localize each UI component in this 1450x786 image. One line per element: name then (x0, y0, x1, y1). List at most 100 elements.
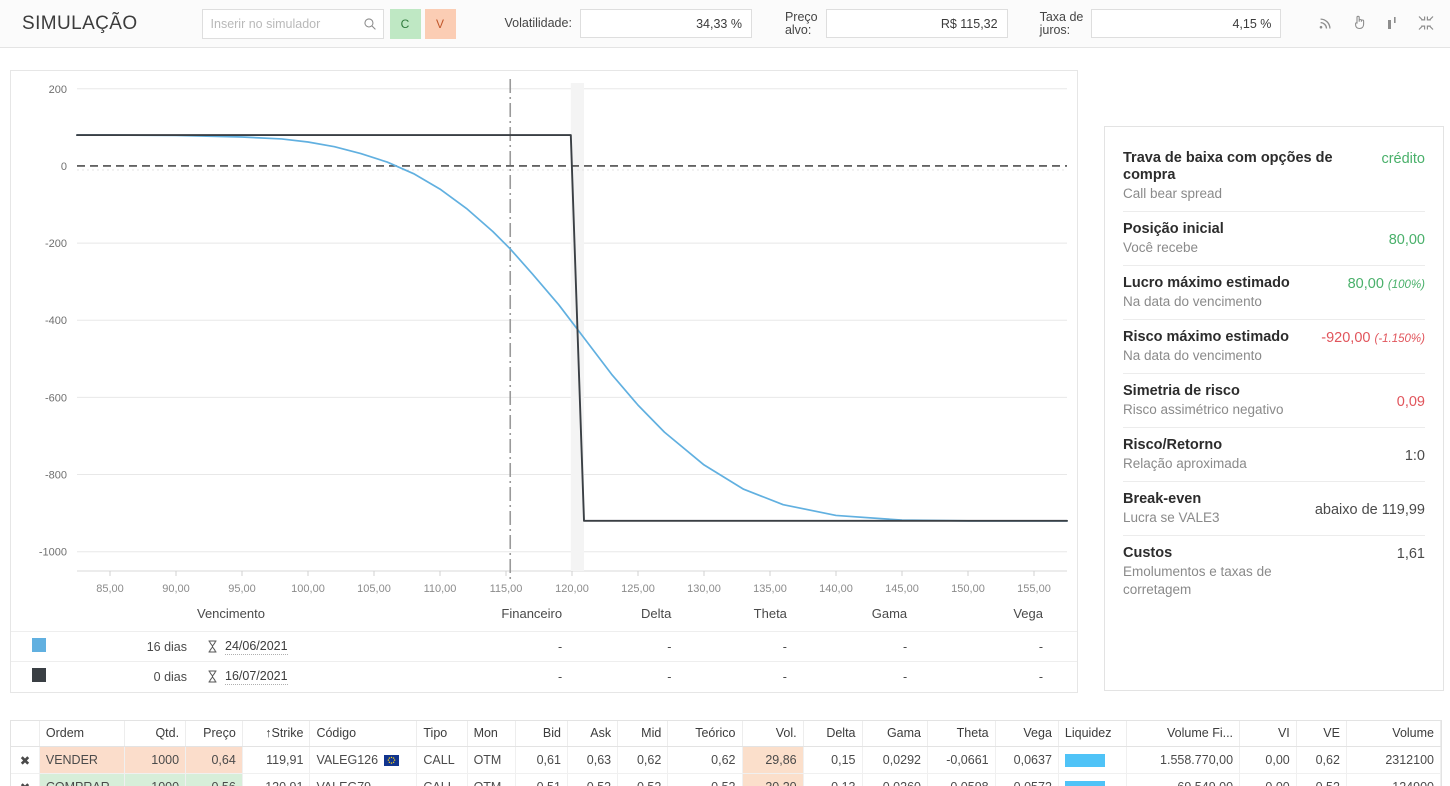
search-icon[interactable] (363, 17, 377, 31)
expiry-date-value: 16/07/2021 (225, 668, 288, 685)
options-col-ve[interactable]: VE (1296, 721, 1347, 747)
code-cell[interactable]: VALEG126 (309, 746, 418, 774)
volatility-input[interactable]: 34,33 % (579, 9, 752, 38)
gama-value: - (796, 661, 918, 691)
series-color-swatch (11, 631, 67, 662)
options-table-header-row: Ordem Qtd. Preço ↑Strike Código Tipo Mon Bid Ask… (11, 721, 1441, 747)
delta-cell: 0,15 (803, 746, 863, 774)
options-col-mid[interactable]: Mid (617, 721, 669, 747)
options-col-remove[interactable] (11, 721, 40, 747)
interest-rate-label-line2: juros: (1039, 22, 1071, 37)
options-col-mon[interactable]: Mon (467, 721, 516, 747)
expiry-date-value: 24/06/2021 (225, 638, 288, 655)
interest-rate-input[interactable]: 4,15 % (1091, 9, 1282, 38)
expiry-date-cell[interactable]: 16/07/2021 (197, 661, 397, 691)
sell-toggle-button[interactable]: V (424, 8, 456, 39)
options-col-c-digo[interactable]: Código (309, 721, 418, 747)
summary-row-title: Break-even (1123, 491, 1202, 507)
quantity-cell[interactable]: 1000 (124, 773, 187, 786)
search-input[interactable] (210, 16, 363, 31)
options-col-gama[interactable]: Gama (862, 721, 928, 747)
liquidity-cell (1058, 773, 1127, 786)
options-col-volume[interactable]: Volume (1346, 721, 1441, 747)
options-col-liquidez[interactable]: Liquidez (1058, 721, 1127, 747)
svg-text:120,00: 120,00 (555, 583, 589, 595)
options-table-row[interactable]: ✖COMPRAR10000,56120,91 VALEG79 CALLOTM0,51… (11, 773, 1441, 786)
options-col-strike[interactable]: ↑Strike (242, 721, 311, 747)
strategy-summary-panel: Trava de baixa com opções de compra Call … (1104, 126, 1444, 691)
options-col-vol[interactable]: Vol. (742, 721, 804, 747)
delta-value: - (572, 661, 682, 691)
summary-row-value: 1,61 (1396, 546, 1425, 562)
summary-row-title: Lucro máximo estimado (1123, 275, 1290, 291)
svg-text:115,00: 115,00 (490, 583, 523, 595)
search-box[interactable] (201, 8, 384, 39)
options-col-vega[interactable]: Vega (995, 721, 1059, 747)
options-col-ask[interactable]: Ask (567, 721, 619, 747)
target-price-label-line2: alvo: (784, 22, 812, 37)
expiry-col-delta: Delta (641, 606, 672, 621)
options-col-delta[interactable]: Delta (803, 721, 863, 747)
remove-leg-button[interactable]: ✖ (11, 773, 40, 786)
volatility-field-group: Volatilidade: 34,33 % (505, 9, 752, 38)
code-cell[interactable]: VALEG79 (309, 773, 418, 786)
theta-value: - (681, 661, 797, 691)
chart-y-axis-labels: 200 0 -200 -400 -600 -800 -1000 (39, 84, 67, 559)
delta-cell: 0,13 (803, 773, 863, 786)
options-legs-table: Ordem Qtd. Preço ↑Strike Código Tipo Mon Bid Ask… (11, 721, 1441, 786)
target-price-input[interactable]: R$ 115,32 (825, 9, 1008, 38)
financial-volume-cell: 69.549,00 (1126, 773, 1241, 786)
rss-icon[interactable] (1318, 15, 1334, 31)
price-cell[interactable]: 0,56 (185, 773, 243, 786)
summary-row-value: 80,00 (100%) (1347, 276, 1425, 292)
options-col-theta[interactable]: Theta (927, 721, 996, 747)
svg-text:85,00: 85,00 (96, 583, 124, 595)
order-type-cell[interactable]: COMPRAR (39, 773, 125, 786)
expiry-date-cell[interactable]: 24/06/2021 (197, 631, 397, 662)
collapse-icon[interactable] (1418, 15, 1434, 31)
svg-text:110,00: 110,00 (424, 583, 457, 595)
options-col-volume-fi[interactable]: Volume Fi... (1126, 721, 1241, 747)
summary-row-title: Custos (1123, 545, 1173, 561)
options-col-tipo[interactable]: Tipo (416, 721, 468, 747)
expiry-table-row: 16 dias 24/06/2021- - - - - (11, 631, 1077, 662)
financial-volume-cell: 1.558.770,00 (1126, 746, 1241, 774)
order-type-cell[interactable]: VENDER (39, 746, 125, 774)
days-to-expiry: 16 dias (67, 631, 197, 662)
volatility-cell[interactable]: 29,86 (742, 746, 804, 774)
option-type-cell: CALL (416, 746, 468, 774)
bar-chart-icon[interactable] (1386, 15, 1400, 31)
theta-cell: -0,0598 (927, 773, 996, 786)
summary-row: Risco/Retorno Relação aproximada 1:0 (1123, 428, 1425, 482)
svg-text:-600: -600 (45, 392, 67, 404)
remove-leg-button[interactable]: ✖ (11, 746, 40, 774)
hand-cursor-icon[interactable] (1352, 14, 1368, 31)
svg-text:140,00: 140,00 (819, 583, 853, 595)
summary-row-title: Simetria de risco (1123, 383, 1240, 399)
extrinsic-value-cell: 0,52 (1296, 773, 1347, 786)
summary-row-title: Risco/Retorno (1123, 437, 1223, 453)
buy-toggle-button[interactable]: C (389, 8, 421, 39)
options-col-pre-o[interactable]: Preço (185, 721, 243, 747)
options-col-ordem[interactable]: Ordem (39, 721, 125, 747)
quantity-cell[interactable]: 1000 (124, 746, 187, 774)
summary-rows: Trava de baixa com opções de compra Call … (1123, 141, 1425, 607)
summary-row-value: 1:0 (1404, 447, 1425, 464)
summary-row-subtitle: Lucra se VALE3 (1123, 510, 1220, 525)
price-cell[interactable]: 0,64 (185, 746, 243, 774)
svg-text:95,00: 95,00 (228, 583, 256, 595)
options-col-bid[interactable]: Bid (515, 721, 568, 747)
payoff-chart-card: 200 0 -200 -400 -600 -800 -1000 85,00 90,00 95,0… (10, 70, 1078, 600)
svg-text:-800: -800 (45, 470, 67, 482)
mid-cell: 0,62 (617, 746, 669, 774)
svg-text:150,00: 150,00 (951, 583, 985, 595)
options-table-row[interactable]: ✖ VENDER 1000 0,64 119,91 VALEG126 CALL OTM 0,61… (11, 746, 1441, 774)
volatility-cell[interactable]: 30,20 (742, 773, 804, 786)
expiry-col-vencimento: Vencimento (197, 606, 265, 621)
options-col-qtd[interactable]: Qtd. (124, 721, 187, 747)
summary-row-subtitle: Na data do vencimento (1123, 348, 1262, 363)
volume-cell: 124900 (1346, 773, 1441, 786)
summary-row: Risco máximo estimado Na data do vencimen… (1123, 320, 1425, 374)
options-col-vi[interactable]: VI (1239, 721, 1297, 747)
options-col-te-rico[interactable]: Teórico (667, 721, 743, 747)
